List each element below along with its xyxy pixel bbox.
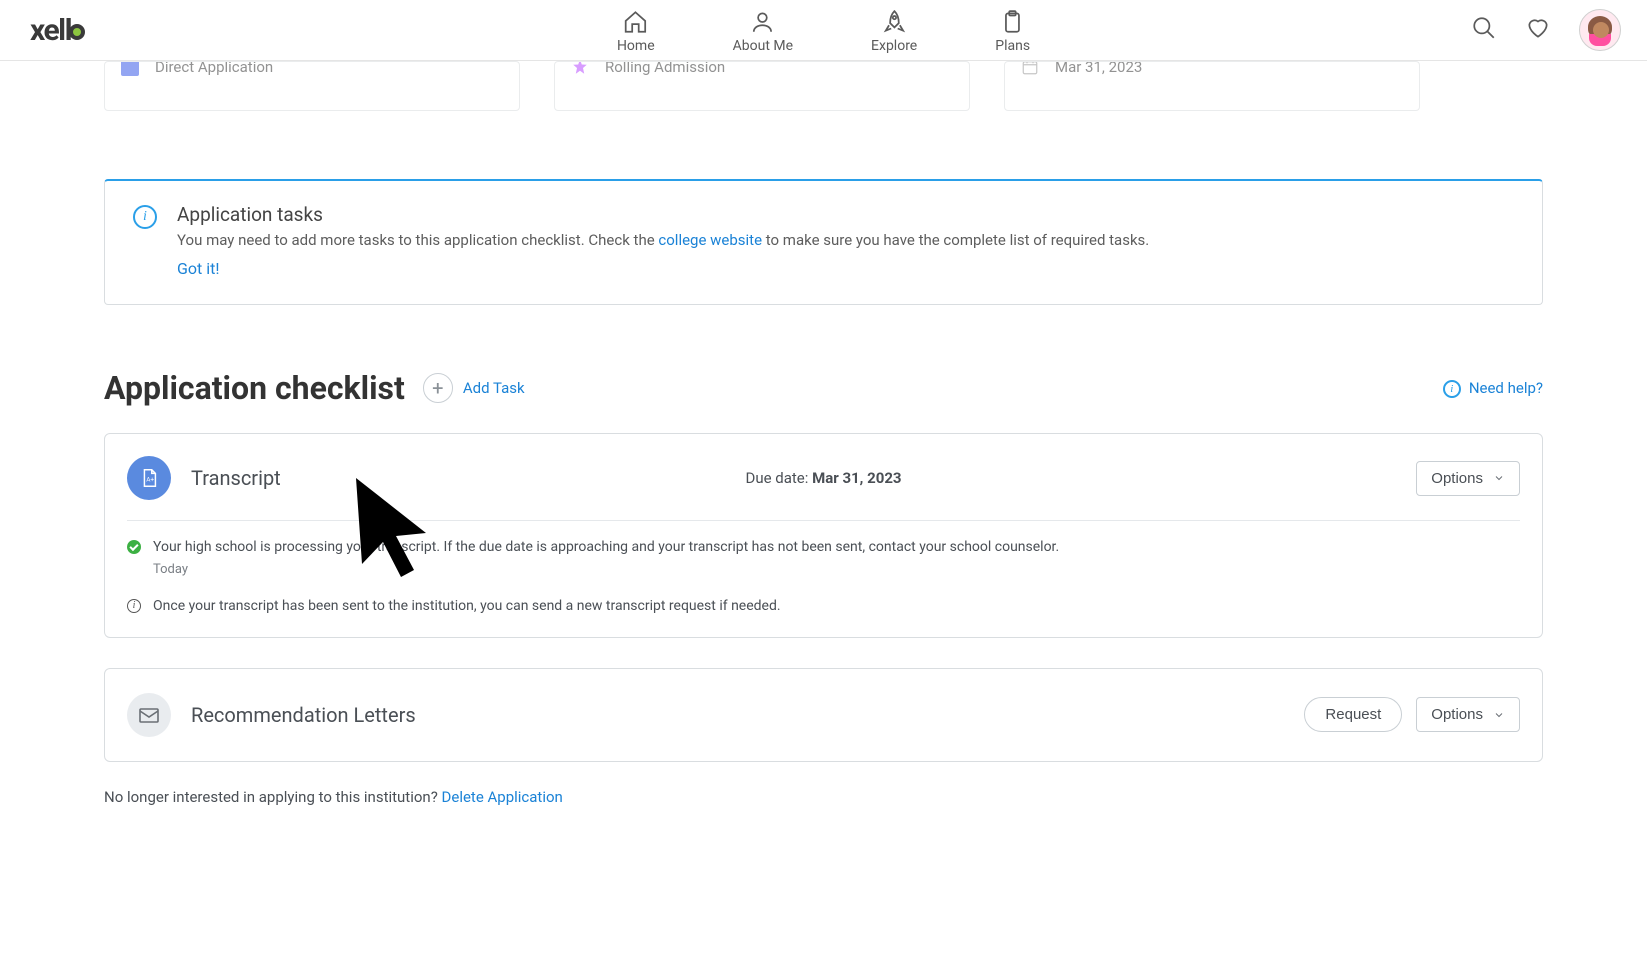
transcript-status-text: Your high school is processing your tran… bbox=[153, 537, 1059, 558]
chevron-down-icon bbox=[1493, 472, 1505, 484]
checklist-transcript-card: A+ Transcript Due date: Mar 31, 2023 Opt… bbox=[104, 433, 1543, 638]
flag-icon bbox=[121, 61, 139, 76]
nav-explore[interactable]: Explore bbox=[871, 0, 917, 60]
page-content: Direct Application Rolling Admission Mar… bbox=[104, 61, 1543, 846]
nav-explore-label: Explore bbox=[871, 38, 917, 54]
section-heading: Application checklist bbox=[104, 369, 405, 407]
rocket-icon bbox=[881, 9, 907, 35]
transcript-options-label: Options bbox=[1431, 470, 1483, 487]
logo-dot-icon bbox=[69, 24, 85, 40]
nav-about-label: About Me bbox=[733, 38, 793, 54]
need-help-link[interactable]: i Need help? bbox=[1443, 378, 1543, 398]
due-label: Due date: bbox=[745, 469, 812, 487]
transcript-title: Transcript bbox=[191, 466, 281, 490]
summary-card-date-label: Mar 31, 2023 bbox=[1055, 61, 1142, 76]
summary-card-date[interactable]: Mar 31, 2023 bbox=[1004, 61, 1420, 111]
person-icon bbox=[750, 9, 776, 35]
nav-home[interactable]: Home bbox=[617, 0, 655, 60]
info-banner-text: You may need to add more tasks to this a… bbox=[177, 230, 1149, 251]
transcript-info-row: i Once your transcript has been sent to … bbox=[127, 596, 1520, 617]
envelope-icon bbox=[127, 693, 171, 737]
svg-text:A+: A+ bbox=[146, 476, 154, 484]
college-website-link[interactable]: college website bbox=[658, 231, 762, 249]
calendar-icon bbox=[1021, 61, 1039, 76]
letters-title: Recommendation Letters bbox=[191, 703, 416, 727]
checkmark-icon bbox=[127, 540, 141, 554]
favorites-button[interactable] bbox=[1525, 15, 1551, 45]
clipboard-icon bbox=[1000, 9, 1026, 35]
nav-about-me[interactable]: About Me bbox=[733, 0, 793, 60]
letters-header: Recommendation Letters Request Options bbox=[127, 693, 1520, 737]
letters-options-label: Options bbox=[1431, 706, 1483, 723]
checklist-letters-card: Recommendation Letters Request Options bbox=[104, 668, 1543, 762]
main-nav: Home About Me Explore Plans bbox=[617, 0, 1030, 60]
section-heading-row: Application checklist + Add Task i Need … bbox=[104, 369, 1543, 407]
search-button[interactable] bbox=[1471, 15, 1497, 45]
summary-card-direct-label: Direct Application bbox=[155, 61, 273, 76]
info-banner: i Application tasks You may need to add … bbox=[104, 179, 1543, 305]
chevron-down-icon bbox=[1493, 709, 1505, 721]
summary-card-direct[interactable]: Direct Application bbox=[104, 61, 520, 111]
transcript-options-button[interactable]: Options bbox=[1416, 461, 1520, 496]
info-small-icon: i bbox=[127, 599, 141, 613]
add-task-button[interactable]: + Add Task bbox=[423, 373, 525, 403]
info-text-before: You may need to add more tasks to this a… bbox=[177, 231, 658, 249]
transcript-status-row: Your high school is processing your tran… bbox=[127, 537, 1520, 580]
footer-text: No longer interested in applying to this… bbox=[104, 788, 442, 806]
heart-icon bbox=[1525, 15, 1551, 41]
nav-home-label: Home bbox=[617, 38, 655, 54]
summary-card-rolling-label: Rolling Admission bbox=[605, 61, 725, 76]
nav-plans[interactable]: Plans bbox=[995, 0, 1030, 60]
transcript-status-sub: Today bbox=[153, 560, 1059, 580]
nav-plans-label: Plans bbox=[995, 38, 1030, 54]
logo[interactable]: xell bbox=[30, 13, 85, 48]
search-icon bbox=[1471, 15, 1497, 41]
need-help-label: Need help? bbox=[1469, 379, 1543, 397]
info-icon: i bbox=[133, 205, 157, 229]
footer-line: No longer interested in applying to this… bbox=[104, 788, 1543, 806]
summary-cards: Direct Application Rolling Admission Mar… bbox=[104, 61, 1543, 111]
topbar-right bbox=[1471, 9, 1621, 51]
logo-text: xell bbox=[30, 13, 71, 48]
transcript-header: A+ Transcript Due date: Mar 31, 2023 Opt… bbox=[127, 456, 1520, 500]
plus-icon: + bbox=[423, 373, 453, 403]
info-text-after: to make sure you have the complete list … bbox=[762, 231, 1149, 249]
info-banner-title: Application tasks bbox=[177, 203, 1149, 226]
got-it-link[interactable]: Got it! bbox=[177, 259, 219, 278]
transcript-due: Due date: Mar 31, 2023 bbox=[745, 469, 901, 487]
transcript-info-text: Once your transcript has been sent to th… bbox=[153, 596, 781, 617]
request-button[interactable]: Request bbox=[1304, 697, 1402, 732]
letters-options-button[interactable]: Options bbox=[1416, 697, 1520, 732]
delete-application-link[interactable]: Delete Application bbox=[442, 788, 563, 806]
home-icon bbox=[623, 9, 649, 35]
avatar-image bbox=[1580, 10, 1620, 50]
topbar: xell Home About Me Explore Plans bbox=[0, 0, 1647, 61]
summary-card-rolling[interactable]: Rolling Admission bbox=[554, 61, 970, 111]
help-info-icon: i bbox=[1443, 380, 1461, 398]
due-value: Mar 31, 2023 bbox=[812, 469, 901, 487]
star-icon bbox=[571, 61, 589, 76]
document-icon: A+ bbox=[127, 456, 171, 500]
avatar[interactable] bbox=[1579, 9, 1621, 51]
divider bbox=[127, 520, 1520, 521]
add-task-label: Add Task bbox=[463, 379, 525, 397]
